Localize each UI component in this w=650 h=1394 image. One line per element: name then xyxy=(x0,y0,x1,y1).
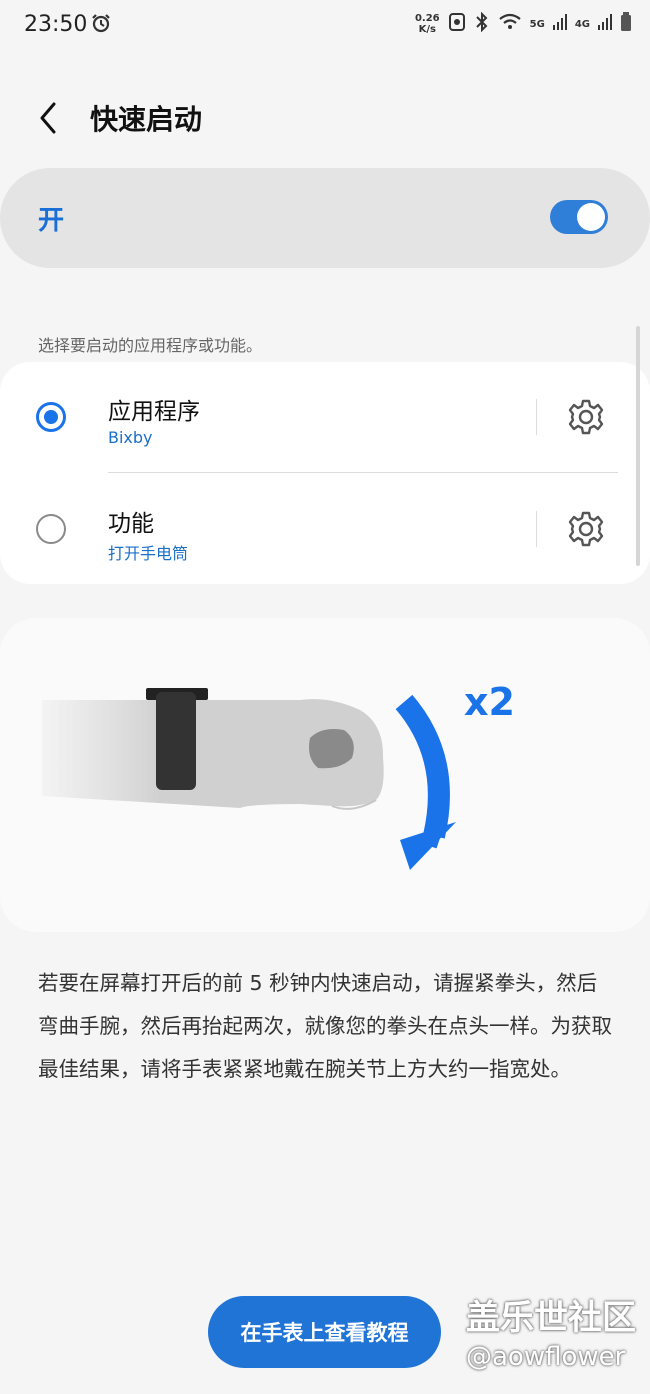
option-app[interactable]: 应用程序 Bixby xyxy=(0,362,650,472)
back-button[interactable] xyxy=(28,98,68,138)
master-toggle[interactable] xyxy=(550,200,608,234)
repeat-label: x2 xyxy=(464,680,515,724)
toggle-knob xyxy=(577,203,605,231)
signal2-label: 4G xyxy=(574,18,590,30)
wifi-icon xyxy=(498,13,522,35)
signal-icon xyxy=(598,13,612,35)
option-function-title: 功能 xyxy=(108,511,154,537)
battery-icon xyxy=(620,12,632,36)
signal-icon xyxy=(552,13,567,35)
view-tutorial-button[interactable]: 在手表上查看教程 xyxy=(208,1296,441,1368)
master-switch-row[interactable]: 开 xyxy=(0,168,650,268)
divider xyxy=(536,511,537,547)
option-function[interactable]: 功能 打开手电筒 xyxy=(0,474,650,584)
data-saver-icon xyxy=(448,12,466,36)
back-arrow-icon xyxy=(40,102,56,134)
radio-app[interactable] xyxy=(36,402,66,432)
section-hint: 选择要启动的应用程序或功能。 xyxy=(38,336,263,355)
network-speed-value: 0.26 xyxy=(414,13,440,24)
watermark-user: @aowflower xyxy=(466,1342,626,1372)
status-time: 23:50 xyxy=(24,12,88,37)
options-card: 应用程序 Bixby 功能 打开手电筒 xyxy=(0,362,650,584)
divider xyxy=(536,399,537,435)
gear-icon[interactable] xyxy=(566,509,606,549)
option-function-subtitle: 打开手电筒 xyxy=(108,544,189,563)
network-speed: 0.26 K/s xyxy=(415,13,440,35)
radio-function[interactable] xyxy=(36,514,66,544)
gesture-illustration: x2 xyxy=(0,618,650,932)
instruction-text: 若要在屏幕打开后的前 5 秒钟内快速启动，请握紧拳头，然后弯曲手腕，然后再抬起两… xyxy=(38,971,612,1081)
option-app-title: 应用程序 xyxy=(108,399,200,425)
master-switch-label: 开 xyxy=(38,206,65,236)
signal1-label: 5G xyxy=(529,18,545,30)
option-app-subtitle: Bixby xyxy=(108,428,153,447)
status-icons: 0.26 K/s 5G 4G xyxy=(415,11,632,36)
option-divider xyxy=(108,472,618,473)
alarm-icon xyxy=(90,12,112,38)
status-bar: 23:50 0.26 K/s 5G 4G xyxy=(0,0,650,52)
bluetooth-icon xyxy=(474,11,490,36)
app-header: 快速启动 xyxy=(0,88,650,148)
scroll-indicator xyxy=(636,326,640,566)
gear-icon[interactable] xyxy=(566,397,606,437)
network-speed-unit: K/s xyxy=(418,24,436,35)
watermark-title: 盖乐世社区 xyxy=(466,1298,636,1338)
wrist-gesture-illustration xyxy=(42,688,456,870)
page-title: 快速启动 xyxy=(90,103,203,136)
